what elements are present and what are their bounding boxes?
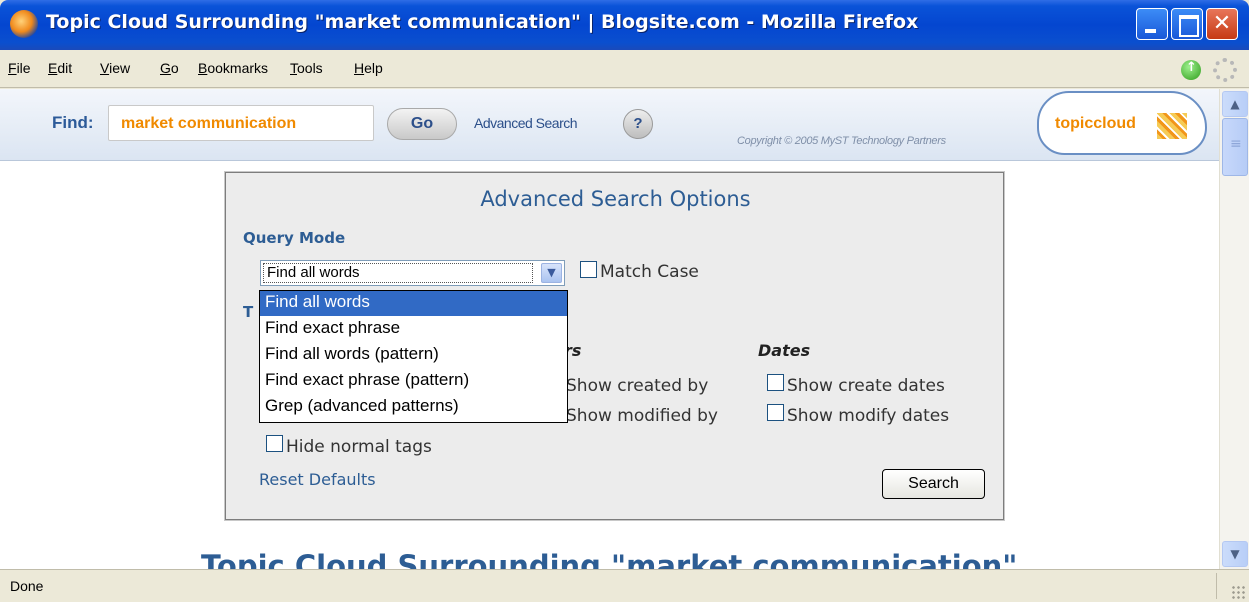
find-label: Find: bbox=[52, 113, 94, 132]
search-button[interactable]: Search bbox=[882, 469, 985, 499]
scrollbar-thumb[interactable] bbox=[1222, 118, 1248, 176]
query-mode-label: Query Mode bbox=[243, 229, 346, 247]
match-case-checkbox[interactable] bbox=[580, 261, 597, 278]
search-input[interactable]: market communication bbox=[108, 105, 374, 141]
dropdown-option[interactable]: Find all words bbox=[260, 291, 567, 316]
scroll-up-icon[interactable]: ▲ bbox=[1222, 91, 1248, 117]
menu-bar: File Edit View Go Bookmarks Tools Help bbox=[0, 50, 1249, 88]
resize-grip-icon[interactable] bbox=[1231, 585, 1245, 599]
close-icon: ✕ bbox=[1212, 11, 1232, 36]
menu-bookmarks[interactable]: Bookmarks bbox=[198, 60, 268, 76]
result-heading: Topic Cloud Surrounding "market communic… bbox=[201, 549, 1018, 569]
menu-edit[interactable]: Edit bbox=[48, 60, 72, 76]
show-modified-by-label: Show modified by bbox=[566, 406, 718, 426]
menu-file[interactable]: File bbox=[8, 60, 31, 76]
menu-view[interactable]: View bbox=[100, 60, 130, 76]
chevron-down-icon[interactable]: ▼ bbox=[541, 263, 562, 283]
status-text: Done bbox=[10, 578, 44, 594]
dropdown-option[interactable]: Find exact phrase bbox=[260, 317, 567, 342]
show-modify-dates-checkbox[interactable] bbox=[767, 404, 784, 421]
copyright-text: Copyright © 2005 MyST Technology Partner… bbox=[737, 135, 946, 147]
topiccloud-logo[interactable]: topiccloud bbox=[1037, 91, 1207, 155]
update-icon[interactable] bbox=[1181, 60, 1201, 80]
window-title: Topic Cloud Surrounding "market communic… bbox=[46, 11, 919, 33]
help-icon[interactable]: ? bbox=[623, 109, 653, 139]
throbber-icon bbox=[1213, 58, 1237, 82]
show-create-dates-checkbox[interactable] bbox=[767, 374, 784, 391]
query-mode-select[interactable]: Find all words ▼ bbox=[260, 260, 565, 286]
show-modify-dates-label: Show modify dates bbox=[787, 406, 950, 426]
show-created-by-label: Show created by bbox=[566, 376, 709, 396]
menu-tools[interactable]: Tools bbox=[290, 60, 323, 76]
maximize-button[interactable] bbox=[1171, 8, 1203, 40]
reset-defaults-link[interactable]: Reset Defaults bbox=[259, 470, 376, 489]
query-mode-dropdown: Find all words Find exact phrase Find al… bbox=[259, 290, 568, 423]
hide-normal-tags-checkbox[interactable] bbox=[266, 435, 283, 452]
show-create-dates-label: Show create dates bbox=[787, 376, 945, 396]
status-bar: Done bbox=[0, 569, 1249, 602]
logo-text: topiccloud bbox=[1055, 115, 1136, 132]
vertical-scrollbar[interactable]: ▲ ▼ bbox=[1219, 89, 1249, 569]
tags-heading: T bbox=[243, 303, 254, 321]
title-bar: Topic Cloud Surrounding "market communic… bbox=[0, 0, 1249, 50]
go-button[interactable]: Go bbox=[387, 108, 457, 140]
find-bar: Find: market communication Go Advanced S… bbox=[0, 89, 1219, 161]
dropdown-option[interactable]: Find exact phrase (pattern) bbox=[260, 369, 567, 394]
dates-heading: Dates bbox=[758, 341, 811, 360]
panel-title: Advanced Search Options bbox=[480, 187, 751, 211]
match-case-label: Match Case bbox=[600, 262, 699, 282]
minimize-button[interactable] bbox=[1136, 8, 1168, 40]
scroll-down-icon[interactable]: ▼ bbox=[1222, 541, 1248, 567]
page-content: Find: market communication Go Advanced S… bbox=[0, 89, 1219, 569]
close-button[interactable]: ✕ bbox=[1206, 8, 1238, 40]
hide-normal-tags-label: Hide normal tags bbox=[286, 437, 432, 457]
status-divider bbox=[1216, 573, 1217, 599]
dropdown-option[interactable]: Find all words (pattern) bbox=[260, 343, 567, 368]
dropdown-option[interactable]: Grep (advanced patterns) bbox=[260, 395, 567, 420]
advanced-search-link[interactable]: Advanced Search bbox=[474, 115, 578, 131]
firefox-icon bbox=[10, 10, 38, 38]
menu-go[interactable]: Go bbox=[160, 60, 179, 76]
menu-help[interactable]: Help bbox=[354, 60, 383, 76]
logo-mark-icon bbox=[1157, 113, 1187, 139]
query-mode-value: Find all words bbox=[263, 263, 533, 283]
